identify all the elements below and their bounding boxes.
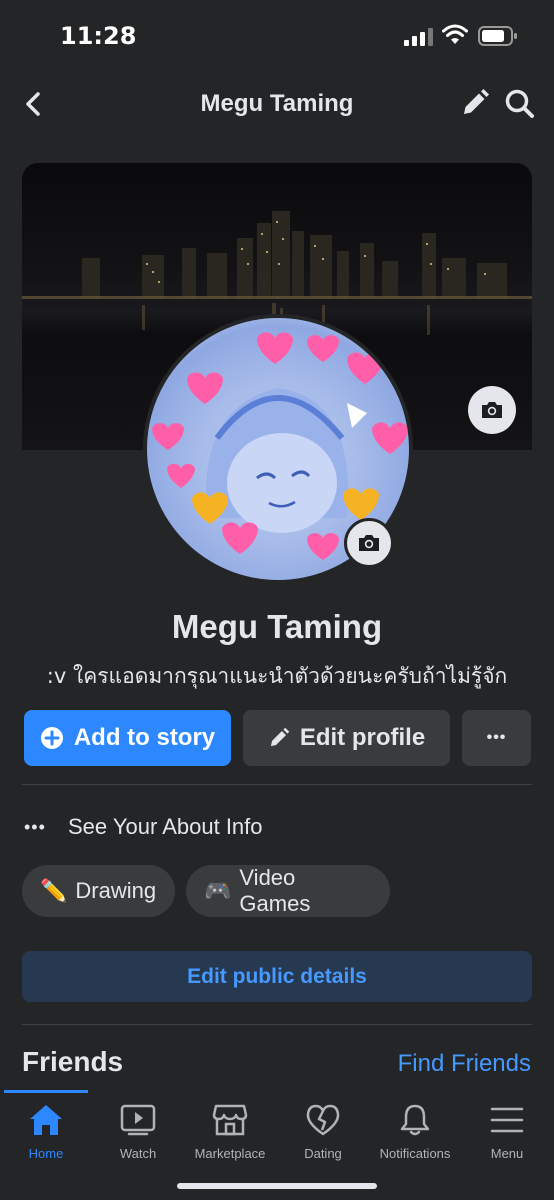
profile-camera-button[interactable] — [344, 518, 394, 568]
camera-icon — [359, 535, 379, 551]
bell-icon — [400, 1104, 430, 1136]
edit-pencil-icon[interactable] — [460, 88, 490, 118]
more-dots-icon: ••• — [24, 816, 46, 837]
divider — [22, 784, 532, 785]
search-icon[interactable] — [504, 88, 536, 120]
cover-camera-button[interactable] — [468, 386, 516, 434]
tab-dating[interactable]: Dating — [277, 1100, 369, 1161]
status-time: 11:28 — [60, 22, 137, 50]
tab-label: Dating — [304, 1146, 342, 1161]
edit-profile-label: Edit profile — [299, 724, 426, 751]
pencil-emoji-icon: ✏️ — [40, 878, 68, 903]
tab-home[interactable]: Home — [0, 1100, 92, 1161]
dating-icon — [306, 1104, 340, 1136]
divider — [22, 1024, 532, 1025]
more-dots-icon: ••• — [486, 729, 507, 746]
find-friends-link[interactable]: Find Friends — [398, 1050, 531, 1078]
interest-label: Drawing — [75, 878, 157, 903]
tab-label: Watch — [119, 1146, 157, 1161]
battery-icon — [478, 26, 517, 46]
tab-notifications[interactable]: Notifications — [369, 1100, 461, 1161]
menu-icon — [490, 1107, 524, 1133]
about-label: See Your About Info — [68, 814, 263, 839]
status-bar: 11:28 — [0, 0, 554, 70]
camera-icon — [482, 402, 502, 418]
pencil-icon — [268, 727, 290, 749]
add-to-story-label: Add to story — [73, 724, 216, 751]
edit-profile-button[interactable]: Edit profile — [243, 710, 450, 766]
tab-label: Notifications — [379, 1146, 451, 1161]
edit-public-details-button[interactable]: Edit public details — [22, 951, 532, 1002]
profile-name: Megu Taming — [171, 608, 383, 645]
game-controller-emoji-icon: 🎮 — [204, 878, 232, 903]
top-nav-bar: Megu Taming — [0, 76, 554, 132]
tab-label: Home — [28, 1146, 64, 1161]
home-indicator — [177, 1183, 377, 1189]
tab-marketplace[interactable]: Marketplace — [184, 1100, 276, 1161]
interest-label: Video Games — [239, 865, 311, 916]
plus-circle-icon — [40, 726, 64, 750]
tab-label: Marketplace — [194, 1146, 266, 1161]
profile-bio: :v ใครแอดมากรุณาแนะนำตัวด้วยนะครับถ้าไม่… — [46, 664, 508, 688]
tab-menu[interactable]: Menu — [461, 1100, 553, 1161]
cellular-signal-icon — [404, 28, 433, 46]
active-tab-indicator — [4, 1090, 88, 1093]
more-options-button[interactable]: ••• — [462, 710, 531, 766]
tab-label: Menu — [490, 1146, 524, 1161]
marketplace-icon — [212, 1104, 248, 1136]
tab-watch[interactable]: Watch — [92, 1100, 184, 1161]
interest-chip-video-games[interactable]: 🎮 Video Games — [186, 865, 390, 917]
interest-chip-drawing[interactable]: ✏️ Drawing — [22, 865, 175, 917]
friends-heading: Friends — [22, 1046, 124, 1077]
home-icon — [30, 1105, 62, 1135]
add-to-story-button[interactable]: Add to story — [24, 710, 231, 766]
watch-icon — [120, 1104, 156, 1136]
see-about-info-link[interactable]: ••• See Your About Info — [24, 812, 263, 842]
wifi-icon — [442, 24, 468, 44]
